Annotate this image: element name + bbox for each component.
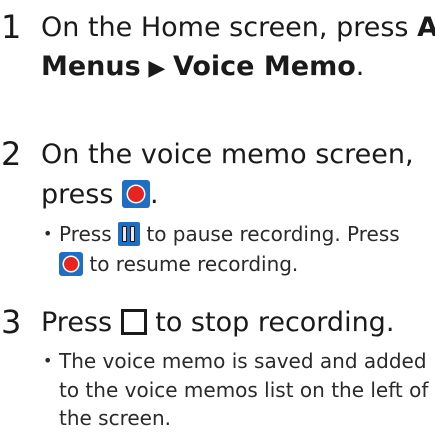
step-number: 3 (1, 303, 22, 341)
step-number: 2 (1, 135, 22, 173)
step-text: press (41, 179, 122, 210)
bullet-dot: • (43, 351, 53, 370)
step-text: . (355, 51, 365, 82)
step-2-line-2: press . (41, 175, 159, 215)
step-3-bullet-line-2: to the voice memos list on the left of (59, 376, 428, 404)
step-1-line-1: On the Home screen, press All (41, 8, 435, 48)
step-text: Press (41, 307, 121, 338)
bullet-text: to the voice memos list on the left of (59, 378, 429, 402)
bullet-text: The voice memo is saved and added (59, 349, 427, 373)
step-text: On the Home screen, press (41, 12, 418, 43)
bullet-text: the screen. (59, 406, 172, 430)
bullet-text: Press (59, 222, 118, 246)
bullet-dot: • (43, 224, 53, 243)
menu-path-all: All (417, 12, 435, 43)
stop-icon (120, 308, 147, 335)
step-text: to stop recording. (146, 307, 395, 338)
record-icon (59, 251, 83, 276)
bullet-text: to resume recording. (83, 252, 299, 276)
step-3-bullet-line-1: The voice memo is saved and added (59, 347, 427, 375)
step-2-bullet-line-1: Press to pause recording. Press (59, 220, 400, 248)
step-text: . (149, 179, 159, 210)
step-number: 1 (1, 8, 22, 46)
record-icon (121, 179, 150, 208)
step-text: On the voice memo screen, (41, 139, 414, 170)
step-2-bullet-line-2: to resume recording. (59, 250, 298, 278)
step-3-line-1: Press to stop recording. (41, 303, 394, 343)
bullet-text: to pause recording. Press (140, 222, 400, 246)
menu-path-menus: Menus (41, 51, 141, 82)
step-1-line-2: Menus ▶ Voice Memo. (41, 47, 364, 89)
arrow-right-icon: ▶ (140, 56, 173, 81)
menu-path-voice-memo: Voice Memo (172, 51, 356, 82)
step-2-line-1: On the voice memo screen, (41, 135, 414, 175)
pause-icon (118, 221, 140, 246)
step-3-bullet-line-3: the screen. (59, 404, 171, 432)
